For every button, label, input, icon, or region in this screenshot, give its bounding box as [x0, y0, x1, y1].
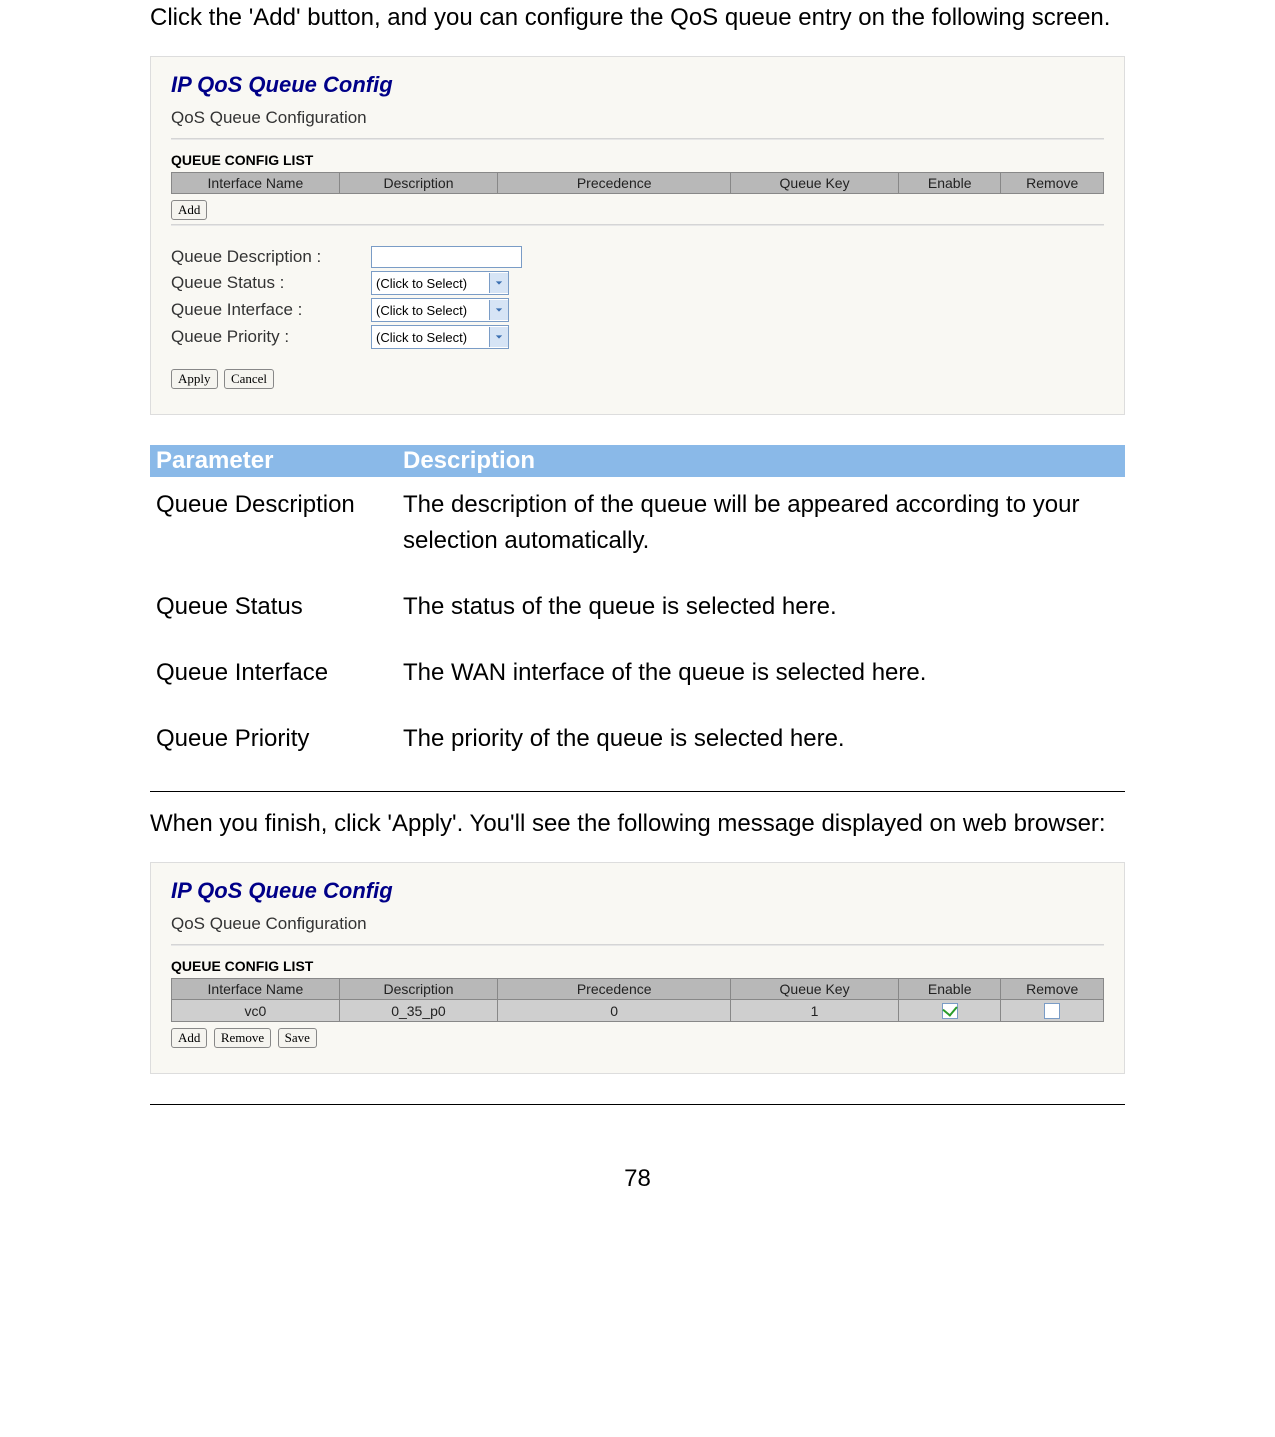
panel-subtitle: QoS Queue Configuration [171, 914, 1104, 934]
apply-button[interactable]: Apply [171, 369, 218, 389]
section-title: QUEUE CONFIG LIST [171, 152, 1104, 168]
remove-checkbox[interactable] [1044, 1003, 1060, 1019]
queue-interface-select[interactable]: (Click to Select) [371, 298, 509, 322]
col-interface-name: Interface Name [172, 979, 340, 1000]
col-precedence: Precedence [498, 979, 731, 1000]
divider [150, 1104, 1125, 1105]
panel-subtitle: QoS Queue Configuration [171, 108, 1104, 128]
panel-title: IP QoS Queue Config [171, 878, 1104, 904]
add-button[interactable]: Add [171, 1028, 207, 1048]
col-enable: Enable [898, 979, 1001, 1000]
param-header-description: Description [397, 445, 1125, 477]
queue-priority-label: Queue Priority : [171, 327, 371, 347]
table-row: Queue Interface The WAN interface of the… [150, 645, 1125, 711]
col-description: Description [339, 173, 497, 194]
cell-remove [1001, 1000, 1104, 1022]
cell-precedence: 0 [498, 1000, 731, 1022]
select-value: (Click to Select) [376, 303, 467, 318]
table-row: Queue Priority The priority of the queue… [150, 711, 1125, 777]
page-number: 78 [150, 1165, 1125, 1193]
param-name: Queue Priority [150, 711, 397, 777]
intro-text: Click the 'Add' button, and you can conf… [150, 0, 1125, 36]
queue-interface-label: Queue Interface : [171, 300, 371, 320]
select-value: (Click to Select) [376, 276, 467, 291]
divider [171, 944, 1104, 946]
queue-description-input[interactable] [371, 246, 522, 268]
section-title: QUEUE CONFIG LIST [171, 958, 1104, 974]
table-row: Queue Description The description of the… [150, 477, 1125, 579]
divider [150, 791, 1125, 792]
param-desc: The priority of the queue is selected he… [397, 711, 1125, 777]
param-name: Queue Description [150, 477, 397, 579]
col-remove: Remove [1001, 979, 1104, 1000]
col-remove: Remove [1001, 173, 1104, 194]
queue-description-label: Queue Description : [171, 247, 371, 267]
remove-button[interactable]: Remove [214, 1028, 271, 1048]
queue-config-table: Interface Name Description Precedence Qu… [171, 978, 1104, 1022]
queue-priority-select[interactable]: (Click to Select) [371, 325, 509, 349]
screenshot-2: IP QoS Queue Config QoS Queue Configurat… [150, 862, 1125, 1074]
cell-enable [898, 1000, 1001, 1022]
col-queue-key: Queue Key [731, 173, 899, 194]
add-button[interactable]: Add [171, 200, 207, 220]
divider [171, 138, 1104, 140]
select-value: (Click to Select) [376, 330, 467, 345]
param-name: Queue Interface [150, 645, 397, 711]
divider [171, 224, 1104, 226]
cell-queue-key: 1 [731, 1000, 899, 1022]
queue-config-table: Interface Name Description Precedence Qu… [171, 172, 1104, 194]
parameter-table: Parameter Description Queue Description … [150, 445, 1125, 777]
col-enable: Enable [898, 173, 1001, 194]
queue-status-label: Queue Status : [171, 273, 371, 293]
table-row: Queue Status The status of the queue is … [150, 579, 1125, 645]
chevron-down-icon [489, 327, 508, 347]
table-row: vc0 0_35_p0 0 1 [172, 1000, 1104, 1022]
col-queue-key: Queue Key [731, 979, 899, 1000]
enable-checkbox[interactable] [942, 1003, 958, 1019]
cancel-button[interactable]: Cancel [224, 369, 274, 389]
chevron-down-icon [489, 300, 508, 320]
param-desc: The status of the queue is selected here… [397, 579, 1125, 645]
param-desc: The description of the queue will be app… [397, 477, 1125, 579]
col-precedence: Precedence [498, 173, 731, 194]
outro-text: When you finish, click 'Apply'. You'll s… [150, 806, 1125, 842]
form-section: Queue Description : Queue Status : (Clic… [171, 246, 1104, 349]
save-button[interactable]: Save [278, 1028, 317, 1048]
chevron-down-icon [489, 273, 508, 293]
param-desc: The WAN interface of the queue is select… [397, 645, 1125, 711]
screenshot-1: IP QoS Queue Config QoS Queue Configurat… [150, 56, 1125, 415]
param-name: Queue Status [150, 579, 397, 645]
param-header-parameter: Parameter [150, 445, 397, 477]
cell-interface: vc0 [172, 1000, 340, 1022]
cell-description: 0_35_p0 [339, 1000, 497, 1022]
col-description: Description [339, 979, 497, 1000]
queue-status-select[interactable]: (Click to Select) [371, 271, 509, 295]
col-interface-name: Interface Name [172, 173, 340, 194]
panel-title: IP QoS Queue Config [171, 72, 1104, 98]
